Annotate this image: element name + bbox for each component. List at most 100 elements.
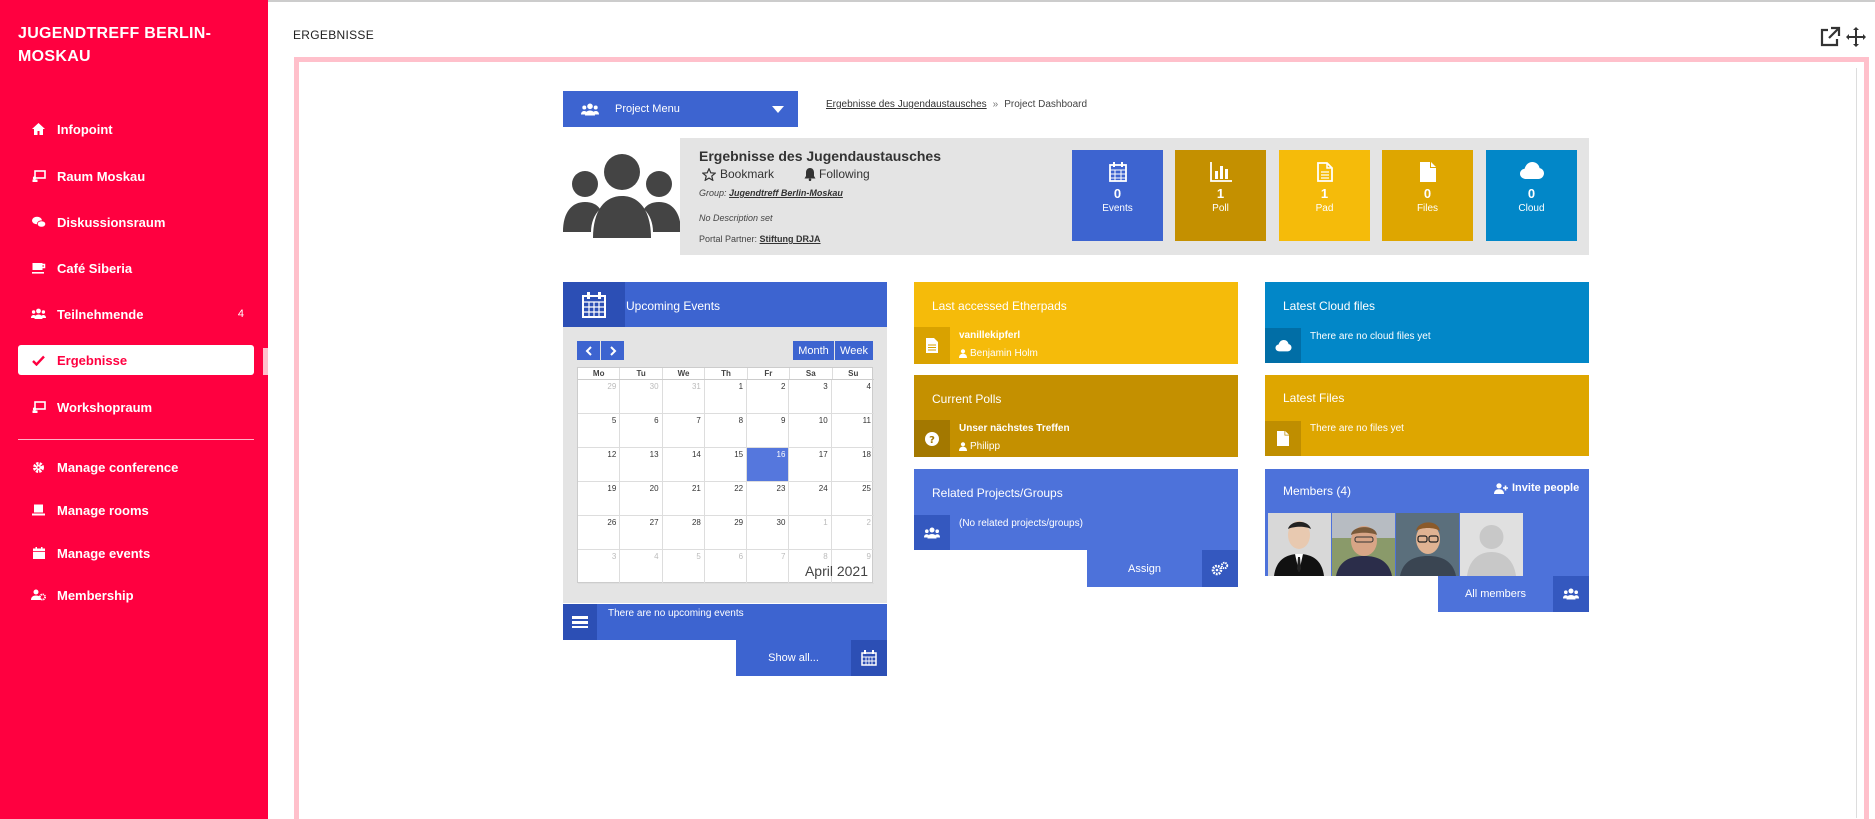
calendar-day[interactable]: 13	[620, 448, 663, 482]
all-members-button[interactable]: All members	[1438, 576, 1589, 612]
calendar-day[interactable]: 17	[789, 448, 832, 482]
calendar-day[interactable]: 30	[620, 380, 663, 414]
stat-tile-events[interactable]: 0 Events	[1072, 150, 1163, 241]
sidebar-item-raum-moskau[interactable]: Raum Moskau	[18, 161, 254, 191]
calendar-day[interactable]: 5	[578, 414, 621, 448]
calendar-day[interactable]: 6	[620, 414, 663, 448]
calendar-day[interactable]: 20	[620, 482, 663, 516]
stat-tile-files[interactable]: 0 Files	[1382, 150, 1473, 241]
partner-link[interactable]: Stiftung DRJA	[760, 234, 821, 244]
sidebar-item-label: Raum Moskau	[57, 168, 146, 184]
calendar-day[interactable]: 21	[662, 482, 705, 516]
calendar-day[interactable]: 6	[704, 550, 748, 584]
external-link-icon[interactable]	[1819, 26, 1841, 53]
sidebar-item-cafe-siberia[interactable]: Café Siberia	[18, 253, 254, 283]
calendar-day[interactable]: 24	[789, 482, 832, 516]
member-avatar[interactable]	[1460, 513, 1523, 576]
calendar-day[interactable]: 11	[831, 414, 874, 448]
sidebar-item-ergebnisse[interactable]: Ergebnisse	[18, 345, 254, 375]
calendar-day[interactable]: 22	[704, 482, 748, 516]
assign-button[interactable]: Assign	[1087, 550, 1238, 587]
sidebar-item-manage-conference[interactable]: Manage conference	[18, 452, 254, 482]
top-border	[268, 0, 1875, 2]
following-label: Following	[819, 167, 870, 181]
calendar-day[interactable]: 2	[747, 380, 790, 414]
sidebar-item-workshopraum[interactable]: Workshopraum	[18, 392, 254, 422]
calendar-day[interactable]: 5	[662, 550, 705, 584]
sidebar-item-manage-rooms[interactable]: Manage rooms	[18, 495, 254, 525]
check-icon	[30, 355, 47, 366]
gear-icon	[30, 461, 47, 474]
stat-count: 1	[1320, 186, 1329, 201]
calendar-weekday-header: Mo Tu We Th Fr Sa Su	[578, 368, 874, 380]
home-icon	[30, 123, 47, 135]
show-all-label: Show all...	[768, 652, 819, 664]
calendar-month-label: April 2021	[804, 563, 868, 579]
calendar-day[interactable]: 28	[662, 516, 705, 550]
following-button[interactable]: Following	[804, 167, 870, 181]
calendar-day[interactable]: 16	[747, 448, 790, 482]
show-all-events-button[interactable]: Show all...	[736, 640, 887, 676]
scrollbar[interactable]	[1856, 68, 1857, 818]
etherpad-link[interactable]: vanillekipferl	[959, 330, 1020, 341]
window-controls	[1819, 26, 1867, 53]
calendar-day[interactable]: 29	[578, 380, 621, 414]
member-avatar[interactable]	[1268, 513, 1331, 576]
calendar-day[interactable]: 14	[662, 448, 705, 482]
calendar-day[interactable]: 3	[789, 380, 832, 414]
calendar-day[interactable]: 4	[620, 550, 663, 584]
related-empty-text: (No related projects/groups)	[959, 518, 1083, 529]
calendar-day[interactable]: 1	[704, 380, 748, 414]
calendar-day[interactable]: 1	[789, 516, 832, 550]
calendar-next-button[interactable]	[601, 341, 624, 360]
calendar-day[interactable]: 7	[662, 414, 705, 448]
sidebar-item-membership[interactable]: Membership	[18, 580, 254, 610]
calendar-month-button[interactable]: Month	[793, 341, 834, 360]
calendar-day[interactable]: 27	[620, 516, 663, 550]
stat-tile-pad[interactable]: 1 Pad	[1279, 150, 1370, 241]
project-menu-dropdown[interactable]: Project Menu	[563, 91, 798, 127]
move-icon[interactable]	[1845, 26, 1867, 53]
invite-people-button[interactable]: Invite people	[1494, 482, 1579, 494]
poll-author-name: Philipp	[970, 441, 1001, 452]
calendar-day[interactable]: 9	[747, 414, 790, 448]
room-icon	[30, 504, 47, 516]
group-link[interactable]: Jugendtreff Berlin-Moskau	[729, 188, 843, 198]
sidebar-item-diskussionsraum[interactable]: Diskussionsraum	[18, 207, 254, 237]
member-count-badge: 4	[237, 308, 244, 320]
calendar-day[interactable]: 2	[831, 516, 874, 550]
member-avatar[interactable]	[1332, 513, 1395, 576]
poll-link[interactable]: Unser nächstes Treffen	[959, 423, 1070, 434]
calendar-day[interactable]: 7	[747, 550, 790, 584]
sidebar-item-infopoint[interactable]: Infopoint	[18, 114, 254, 144]
bookmark-button[interactable]: Bookmark	[702, 167, 774, 181]
calendar-icon	[1072, 162, 1163, 184]
etherpad-author-name: Benjamin Holm	[970, 348, 1038, 359]
brand-title[interactable]: JUGENDTREFF BERLIN-MOSKAU	[18, 22, 218, 68]
calendar-day[interactable]: 30	[747, 516, 790, 550]
calendar-day[interactable]: 26	[578, 516, 621, 550]
stat-tile-cloud[interactable]: 0 Cloud	[1486, 150, 1577, 241]
calendar-day[interactable]: 19	[578, 482, 621, 516]
calendar-week-button[interactable]: Week	[835, 341, 873, 360]
users-icon	[581, 103, 599, 116]
breadcrumb-link-parent[interactable]: Ergebnisse des Jugendaustausches	[826, 99, 987, 110]
weekday-label: Tu	[620, 368, 663, 379]
calendar-day[interactable]: 25	[831, 482, 874, 516]
calendar-day[interactable]: 18	[831, 448, 874, 482]
calendar-day[interactable]: 31	[662, 380, 705, 414]
sidebar-item-teilnehmende[interactable]: Teilnehmende 4	[18, 299, 254, 329]
calendar-day[interactable]: 15	[704, 448, 748, 482]
calendar-prev-button[interactable]	[577, 341, 600, 360]
calendar-day[interactable]: 23	[747, 482, 790, 516]
calendar-day[interactable]: 10	[789, 414, 832, 448]
calendar-day[interactable]: 4	[831, 380, 874, 414]
calendar-day[interactable]: 8	[704, 414, 748, 448]
calendar-day[interactable]: 3	[578, 550, 621, 584]
sidebar-item-manage-events[interactable]: Manage events	[18, 538, 254, 568]
stat-tile-poll[interactable]: 1 Poll	[1175, 150, 1266, 241]
calendar-day[interactable]: 29	[704, 516, 748, 550]
calendar-day[interactable]: 12	[578, 448, 621, 482]
member-avatar[interactable]	[1396, 513, 1459, 576]
page-title: ERGEBNISSE	[293, 28, 375, 42]
